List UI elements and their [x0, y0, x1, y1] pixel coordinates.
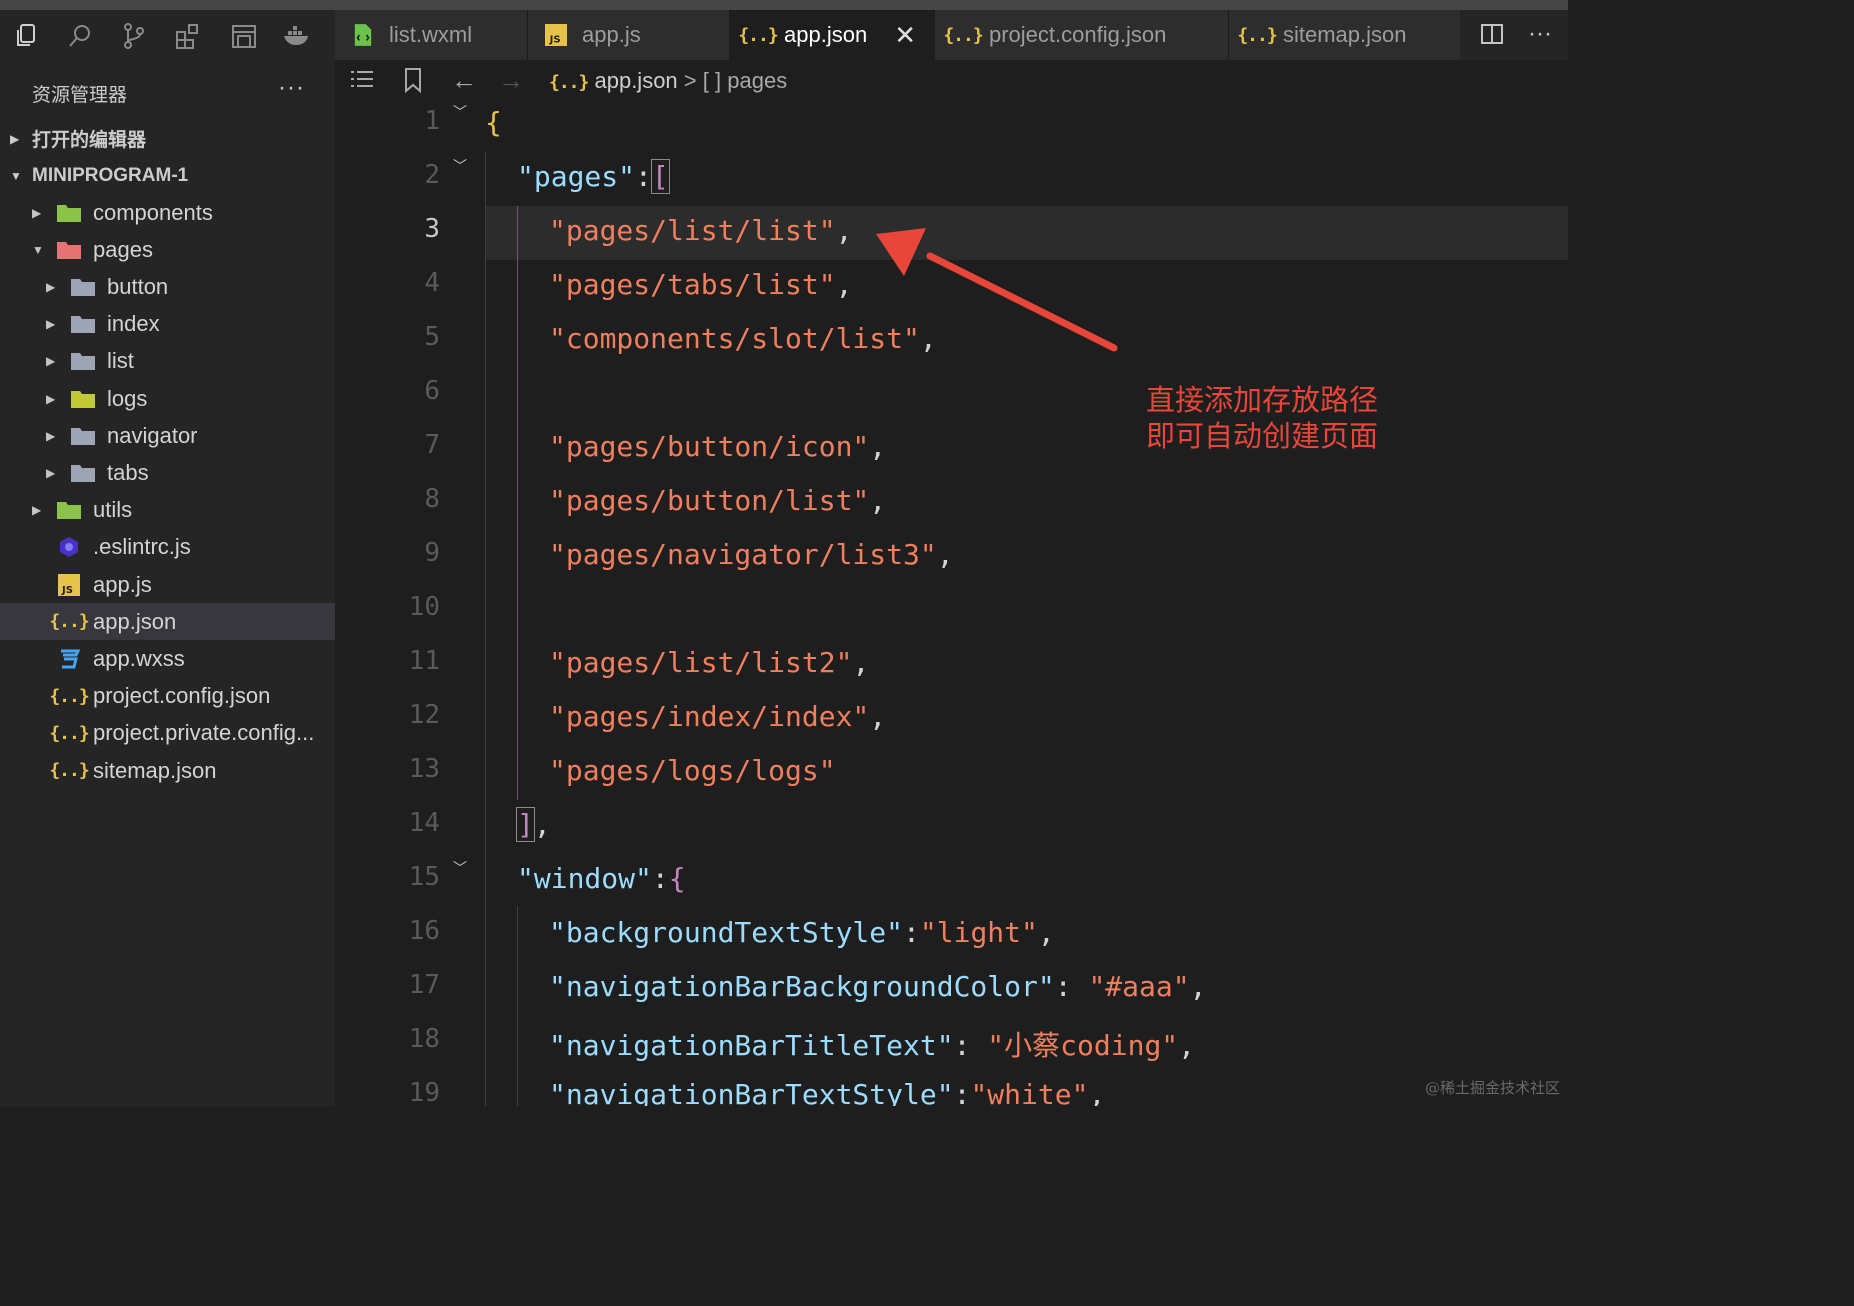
watermark: @稀土掘金技术社区 [1424, 1079, 1560, 1097]
annotation-text: 直接添加存放路径 即可自动创建页面 [1146, 383, 1379, 453]
annotation-arrow [876, 228, 1118, 352]
